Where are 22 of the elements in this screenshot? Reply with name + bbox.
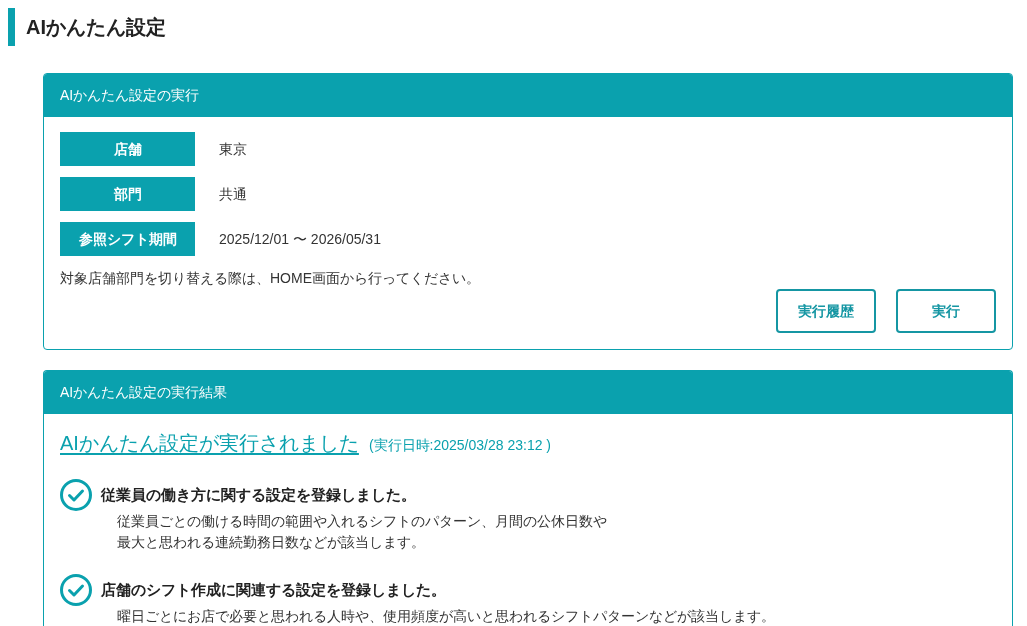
result-link[interactable]: AIかんたん設定が実行されました (60, 429, 359, 457)
field-label: 参照シフト期間 (60, 222, 195, 256)
field-value: 共通 (219, 184, 247, 204)
action-button[interactable]: 実行履歴 (776, 289, 876, 333)
item-heading: 店舗のシフト作成に関連する設定を登録しました。 (101, 579, 446, 600)
field-value: 2025/12/01 〜 2026/05/31 (219, 229, 381, 249)
field-label: 部門 (60, 177, 195, 211)
field-label: 店舗 (60, 132, 195, 166)
panel-header: AIかんたん設定の実行結果 (44, 371, 1012, 414)
item-heading: 従業員の働き方に関する設定を登録しました。 (101, 484, 416, 505)
action-button[interactable]: 実行 (896, 289, 996, 333)
page-title: AIかんたん設定 (26, 15, 166, 40)
check-circle-icon (60, 574, 92, 606)
panel-header: AIかんたん設定の実行 (44, 74, 1012, 117)
title-accent-bar (8, 8, 15, 46)
field-value: 東京 (219, 139, 247, 159)
description-line: 最大と思われる連続勤務日数などが該当します。 (117, 533, 425, 552)
check-circle-icon (60, 479, 92, 511)
description-line: 従業員ごとの働ける時間の範囲や入れるシフトのパターン、月間の公休日数や (117, 512, 607, 531)
note-text: 対象店舗部門を切り替える際は、HOME画面から行ってください。 (60, 269, 481, 288)
execution-time: (実行日時:2025/03/28 23:12 ) (368, 436, 551, 455)
description-line: 曜日ごとにお店で必要と思われる人時や、使用頻度が高いと思われるシフトパターンなどが該当します。 (117, 607, 775, 626)
